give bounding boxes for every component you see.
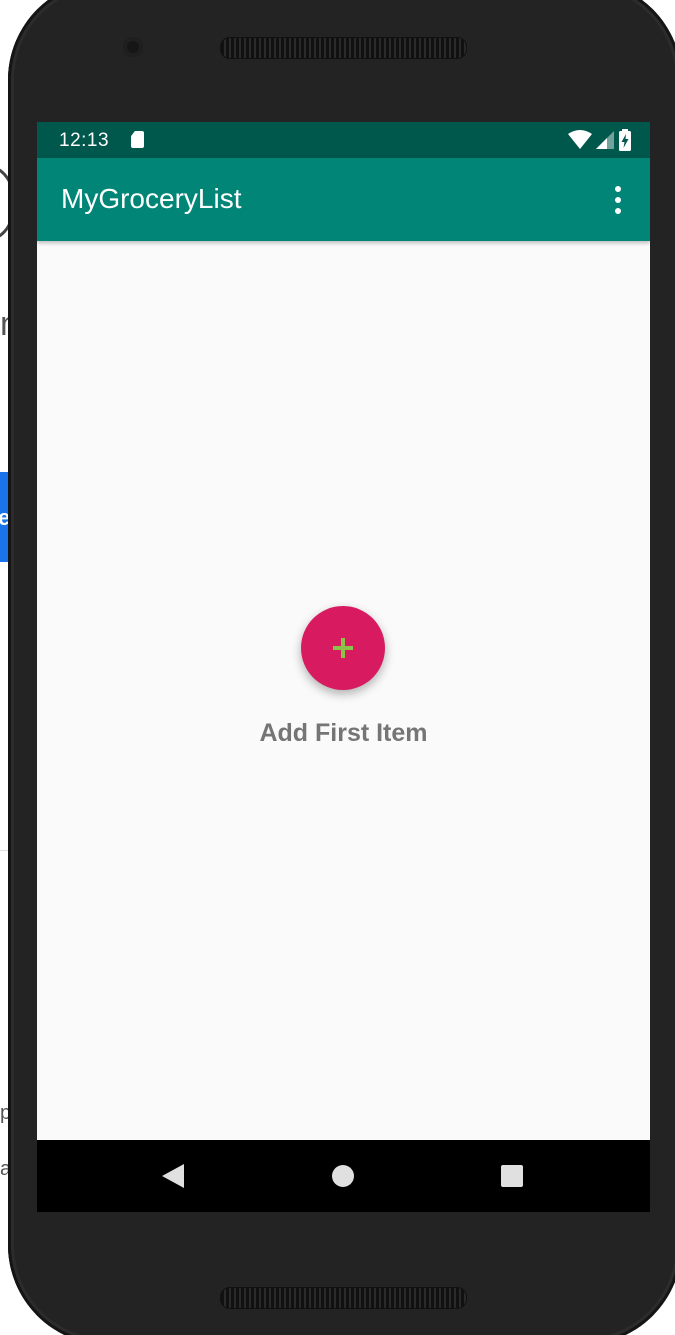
desktop-background: n e p a 12:13 — [0, 0, 675, 1335]
main-content: Add First Item — [37, 241, 650, 1140]
add-item-button[interactable] — [301, 606, 385, 690]
home-icon — [332, 1165, 354, 1187]
cellular-signal-icon — [596, 131, 614, 149]
status-icons — [568, 128, 632, 152]
status-bar: 12:13 — [37, 122, 650, 158]
recents-icon — [501, 1165, 523, 1187]
app-title: MyGroceryList — [61, 183, 242, 214]
navigation-bar — [37, 1140, 650, 1212]
menu-dot — [615, 197, 621, 203]
home-button[interactable] — [327, 1160, 359, 1192]
front-camera — [123, 37, 143, 57]
bottom-speaker-grille — [220, 1287, 467, 1309]
empty-state-label: Add First Item — [259, 719, 428, 747]
overflow-menu-icon[interactable] — [606, 186, 630, 214]
menu-dot — [615, 208, 621, 214]
battery-charging-icon — [619, 129, 631, 151]
wifi-icon — [568, 130, 592, 149]
phone-screen: 12:13 MyGroceryList Add First Item — [37, 122, 650, 1212]
back-icon — [162, 1164, 184, 1188]
recents-button[interactable] — [496, 1160, 528, 1192]
plus-icon — [333, 638, 353, 658]
sd-card-icon — [131, 131, 144, 148]
app-bar: MyGroceryList — [37, 158, 650, 241]
top-speaker-grille — [220, 37, 467, 59]
back-button[interactable] — [157, 1160, 189, 1192]
status-time: 12:13 — [59, 130, 110, 151]
menu-dot — [615, 186, 621, 192]
